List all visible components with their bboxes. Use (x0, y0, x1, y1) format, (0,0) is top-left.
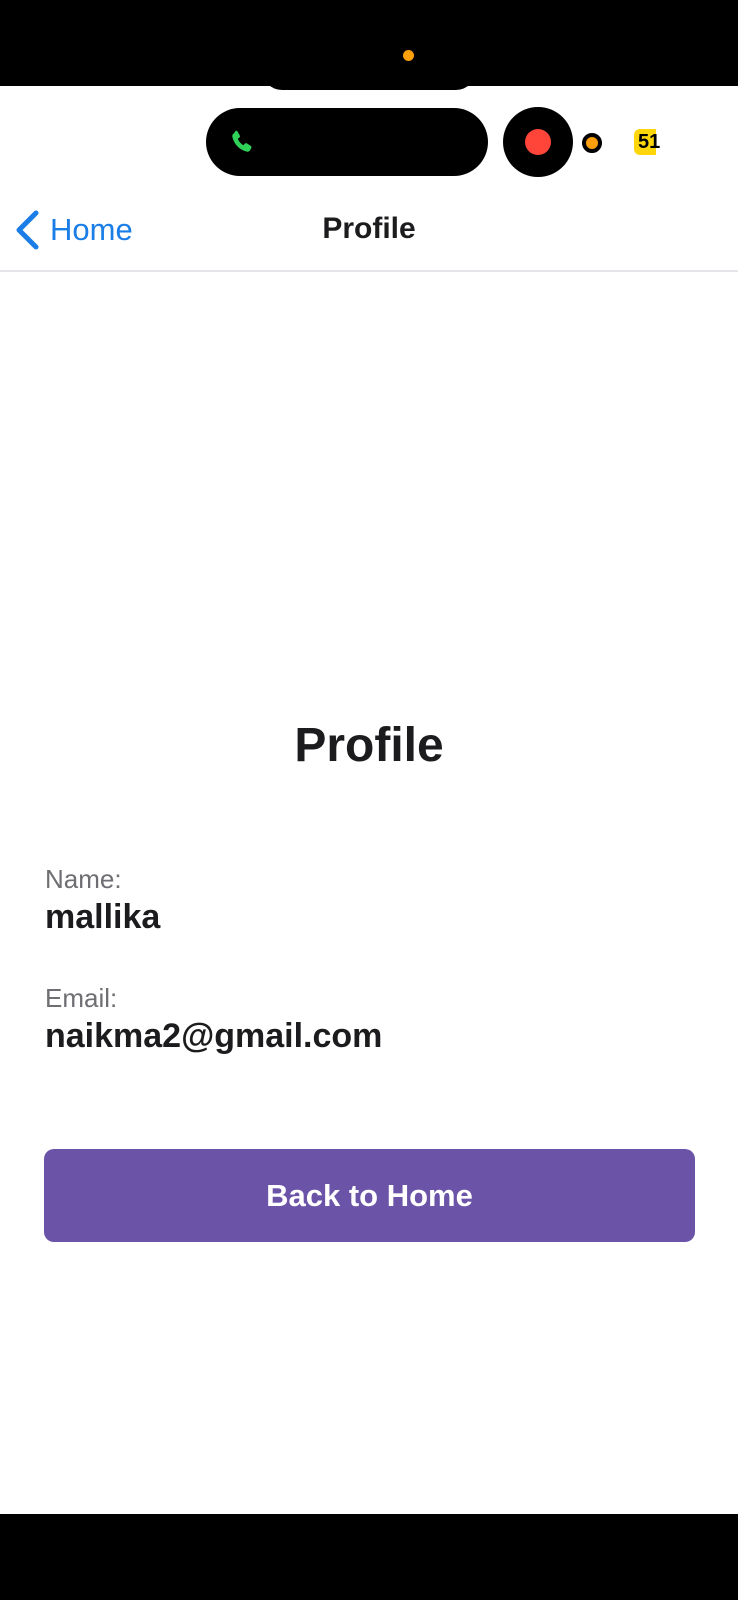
name-label: Name: (45, 864, 122, 894)
ongoing-call-pill[interactable] (206, 108, 488, 176)
phone-icon (232, 130, 252, 152)
profile-screen: 51 Home Profile Profile Name: mallika Em… (0, 0, 738, 1600)
record-dot-icon (525, 129, 551, 155)
screen-recording-indicator[interactable] (503, 107, 573, 177)
page-title: Profile (294, 719, 444, 772)
privacy-indicator-dot (403, 50, 414, 61)
battery-level-badge: 51 (634, 129, 665, 155)
nav-title: Profile (322, 212, 416, 245)
navigation-header: Home Profile (0, 190, 738, 272)
camera-notch (262, 70, 476, 90)
email-value: naikma2@gmail.com (45, 1017, 383, 1055)
email-label: Email: (45, 983, 118, 1013)
bottom-bar (0, 1514, 738, 1600)
name-value: mallika (45, 898, 161, 936)
microphone-indicator-icon (582, 133, 602, 153)
back-to-home-button[interactable]: Back to Home (44, 1149, 695, 1242)
